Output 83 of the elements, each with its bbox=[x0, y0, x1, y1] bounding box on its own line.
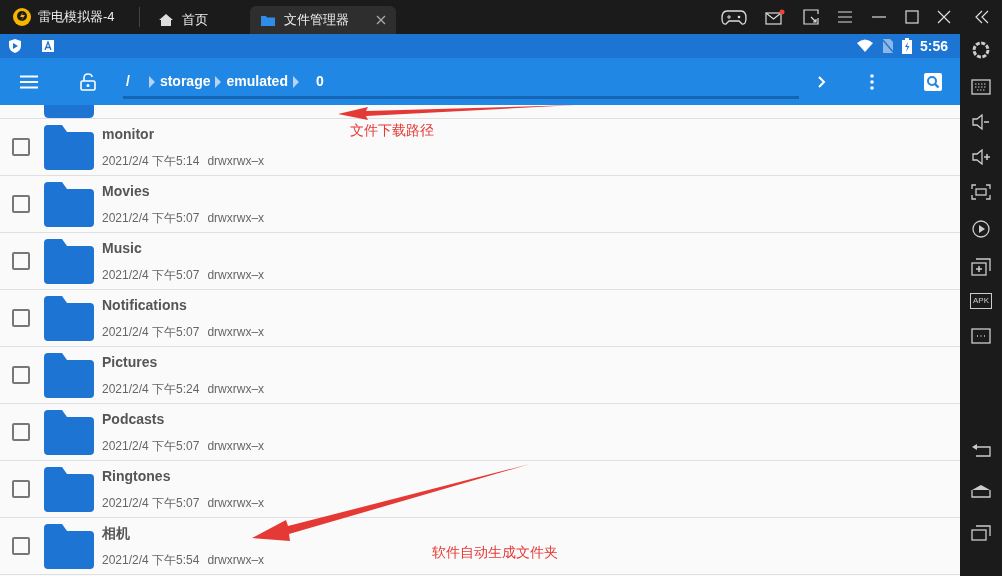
battery-icon bbox=[901, 38, 912, 54]
annotation-text: 文件下载路径 bbox=[350, 121, 434, 140]
chevron-icon bbox=[214, 74, 223, 89]
file-date: 2021/2/4 下午5:54 bbox=[102, 552, 200, 569]
mail-icon[interactable] bbox=[765, 9, 785, 25]
apk-button[interactable]: APK bbox=[970, 293, 992, 309]
keyboard-icon[interactable] bbox=[971, 79, 991, 95]
folder-icon[interactable] bbox=[44, 238, 94, 284]
file-permissions: drwxrwx–x bbox=[207, 438, 265, 455]
folder-icon[interactable] bbox=[44, 295, 94, 341]
volume-down-icon[interactable] bbox=[971, 114, 991, 130]
file-name[interactable]: Movies bbox=[102, 181, 265, 202]
file-permissions: drwxrwx–x bbox=[207, 495, 265, 512]
clock: 5:56 bbox=[919, 36, 948, 56]
folder-icon[interactable] bbox=[44, 124, 94, 170]
shield-icon bbox=[8, 38, 22, 54]
tab[interactable]: 首页 bbox=[147, 6, 218, 34]
file-permissions: drwxrwx–x bbox=[207, 381, 265, 398]
file-name[interactable]: monitor bbox=[102, 124, 265, 145]
file-date: 2021/2/4 下午5:07 bbox=[102, 267, 200, 284]
file-permissions: drwxrwx–x bbox=[207, 153, 265, 170]
fullscreen-icon[interactable] bbox=[971, 184, 991, 200]
folder-icon bbox=[259, 13, 276, 27]
lock-icon[interactable] bbox=[80, 72, 96, 91]
menu-icon[interactable] bbox=[837, 10, 853, 24]
folder-icon[interactable] bbox=[44, 409, 94, 455]
file-name[interactable]: 相机 bbox=[102, 523, 265, 544]
resize-icon[interactable] bbox=[803, 9, 819, 25]
search-icon[interactable] bbox=[924, 72, 942, 91]
file-date: 2021/2/4 下午5:07 bbox=[102, 438, 200, 455]
more-icon[interactable] bbox=[870, 73, 874, 90]
folder-icon[interactable] bbox=[44, 352, 94, 398]
annotation-text: 软件自动生成文件夹 bbox=[432, 543, 558, 562]
file-date: 2021/2/4 下午5:14 bbox=[102, 153, 200, 170]
file-name[interactable]: Pictures bbox=[102, 352, 265, 373]
file-date: 2021/2/4 下午5:07 bbox=[102, 324, 200, 341]
checkbox[interactable] bbox=[12, 423, 30, 441]
file-name[interactable]: Music bbox=[102, 238, 265, 259]
file-name[interactable]: Notifications bbox=[102, 295, 265, 316]
checkbox[interactable] bbox=[12, 537, 30, 555]
checkbox[interactable] bbox=[12, 195, 30, 213]
wifi-icon bbox=[855, 39, 874, 53]
chevron-right-icon[interactable] bbox=[818, 75, 826, 88]
collapse-icon[interactable] bbox=[974, 10, 990, 24]
file-date: 2021/2/4 下午5:07 bbox=[102, 495, 200, 512]
gamepad-icon[interactable] bbox=[721, 8, 747, 26]
folder-icon[interactable] bbox=[44, 523, 94, 569]
recent-apps-icon[interactable] bbox=[971, 525, 991, 541]
file-permissions: drwxrwx–x bbox=[207, 552, 265, 569]
more-icon[interactable] bbox=[971, 328, 991, 344]
file-date: 2021/2/4 下午5:24 bbox=[102, 381, 200, 398]
breadcrumb-item[interactable]: storage bbox=[159, 71, 211, 92]
file-permissions: drwxrwx–x bbox=[207, 324, 265, 341]
folder-icon bbox=[44, 105, 94, 118]
file-name[interactable]: Ringtones bbox=[102, 466, 265, 487]
folder-icon[interactable] bbox=[44, 181, 94, 227]
volume-up-icon[interactable] bbox=[971, 149, 991, 165]
logo-icon bbox=[12, 7, 32, 27]
breadcrumb-item[interactable]: emulated bbox=[226, 71, 288, 92]
chevron-icon bbox=[147, 74, 156, 89]
add-window-icon[interactable] bbox=[971, 258, 991, 276]
notification-icon bbox=[42, 40, 54, 52]
breadcrumb-item[interactable]: 0 bbox=[315, 71, 324, 92]
checkbox[interactable] bbox=[12, 480, 30, 498]
app-title: 雷电模拟器-4 bbox=[38, 8, 115, 27]
checkbox[interactable] bbox=[12, 366, 30, 384]
folder-icon[interactable] bbox=[44, 466, 94, 512]
checkbox[interactable] bbox=[12, 309, 30, 327]
checkbox[interactable] bbox=[12, 252, 30, 270]
file-name[interactable]: Podcasts bbox=[102, 409, 265, 430]
maximize-icon[interactable] bbox=[905, 10, 919, 24]
breadcrumb-item[interactable]: / bbox=[126, 71, 130, 92]
file-date: 2021/2/4 下午5:07 bbox=[102, 210, 200, 227]
close-icon[interactable] bbox=[375, 15, 386, 25]
back-icon[interactable] bbox=[971, 443, 991, 457]
home-icon[interactable] bbox=[971, 484, 991, 498]
chevron-icon bbox=[291, 74, 300, 89]
no-sim-icon bbox=[881, 38, 894, 54]
home-icon bbox=[157, 13, 174, 27]
file-permissions: drwxrwx–x bbox=[207, 267, 265, 284]
checkbox[interactable] bbox=[12, 138, 30, 156]
tab[interactable]: 文件管理器 bbox=[249, 6, 396, 34]
file-permissions: drwxrwx–x bbox=[207, 210, 265, 227]
